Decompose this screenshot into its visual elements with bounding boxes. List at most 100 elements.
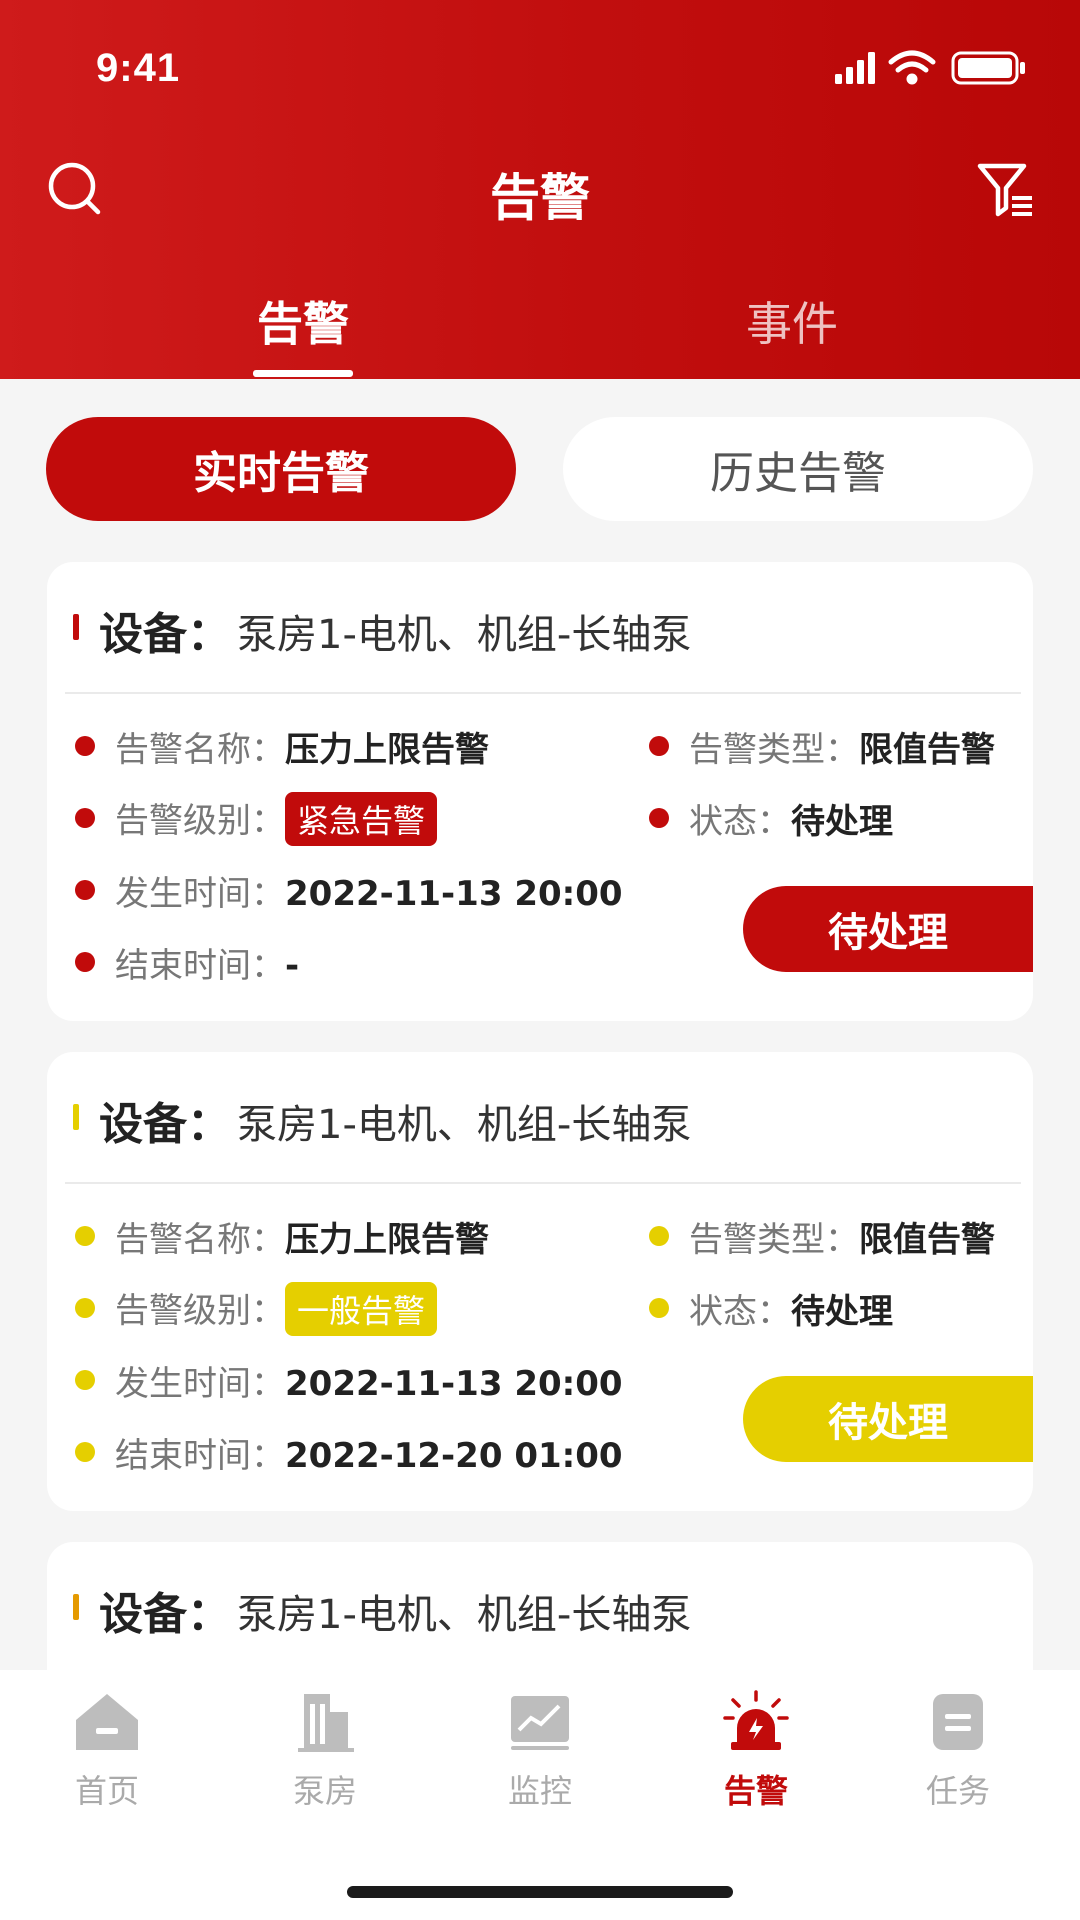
status-label: 状态： bbox=[689, 1292, 791, 1332]
device-label: 设备： bbox=[99, 1099, 231, 1150]
building-icon bbox=[298, 1694, 354, 1752]
pending-action-button[interactable]: 待处理 bbox=[743, 1376, 1033, 1462]
nav-task-label: 任务 bbox=[925, 1772, 990, 1810]
end-time-label: 结束时间： bbox=[115, 946, 285, 986]
device-label: 设备： bbox=[99, 1589, 231, 1640]
home-indicator bbox=[347, 1886, 733, 1898]
alarm-type-row: 告警类型：限值告警 bbox=[689, 722, 995, 771]
start-time-label: 发生时间： bbox=[115, 874, 285, 914]
history-alarm-label: 历史告警 bbox=[710, 448, 886, 499]
nav-pumproom[interactable]: 泵房 bbox=[255, 1690, 395, 1812]
start-time-row: 发生时间：2022-11-13 20:00 bbox=[115, 866, 623, 915]
status-label: 状态： bbox=[689, 802, 791, 842]
bullet-dot bbox=[75, 808, 95, 828]
pending-action-button[interactable]: 待处理 bbox=[743, 886, 1033, 972]
start-time-value: 2022-11-13 20:00 bbox=[285, 1364, 623, 1404]
status-value: 待处理 bbox=[791, 1292, 893, 1332]
accent-bar bbox=[73, 1594, 79, 1620]
alarm-name-value: 压力上限告警 bbox=[285, 730, 489, 770]
realtime-alarm-label: 实时告警 bbox=[193, 448, 369, 499]
status-value: 待处理 bbox=[791, 802, 893, 842]
nav-home-label: 首页 bbox=[74, 1772, 139, 1810]
bullet-dot bbox=[75, 880, 95, 900]
end-time-row: 结束时间：- bbox=[115, 938, 299, 987]
bullet-dot bbox=[649, 1226, 669, 1246]
end-time-value: 2022-12-20 01:00 bbox=[285, 1436, 623, 1476]
bullet-dot bbox=[649, 1298, 669, 1318]
alarm-type-label: 告警类型： bbox=[689, 730, 859, 770]
alarm-level-row: 告警级别： 紧急告警 bbox=[115, 792, 438, 846]
status-row: 状态：待处理 bbox=[689, 794, 893, 843]
tab-indicator bbox=[253, 370, 353, 377]
nav-home[interactable]: 首页 bbox=[37, 1690, 177, 1812]
end-time-value: - bbox=[285, 946, 300, 986]
filter-icon[interactable] bbox=[976, 160, 1036, 220]
tab-alarm[interactable]: 告警 bbox=[153, 288, 453, 377]
tab-event-label: 事件 bbox=[746, 297, 838, 351]
alarm-type-value: 限值告警 bbox=[859, 730, 995, 770]
accent-bar bbox=[73, 1104, 79, 1130]
bottom-nav: 首页 泵房 监控 告警 任务 bbox=[0, 1670, 1080, 1920]
realtime-alarm-button[interactable]: 实时告警 bbox=[46, 417, 516, 521]
history-alarm-button[interactable]: 历史告警 bbox=[563, 417, 1033, 521]
nav-monitor[interactable]: 监控 bbox=[470, 1690, 610, 1812]
bullet-dot bbox=[75, 1370, 95, 1390]
alarm-type-label: 告警类型： bbox=[689, 1220, 859, 1260]
end-time-label: 结束时间： bbox=[115, 1436, 285, 1476]
nav-monitor-label: 监控 bbox=[507, 1772, 572, 1810]
alarm-level-row: 告警级别： 一般告警 bbox=[115, 1282, 438, 1336]
bullet-dot bbox=[649, 736, 669, 756]
header: 9:41 告警 告警 事件 bbox=[0, 0, 1080, 379]
monitor-chart-icon bbox=[511, 1696, 569, 1750]
alarm-type-row: 告警类型：限值告警 bbox=[689, 1212, 995, 1261]
tab-alarm-label: 告警 bbox=[257, 297, 349, 351]
alarm-level-badge: 一般告警 bbox=[285, 1282, 438, 1336]
page-title: 告警 bbox=[490, 169, 590, 227]
signal-icon bbox=[835, 52, 875, 84]
card-header: 设备： 泵房1-电机、机组-长轴泵 bbox=[47, 562, 1033, 692]
status-row: 状态：待处理 bbox=[689, 1284, 893, 1333]
alarm-level-label: 告警级别： bbox=[115, 801, 285, 841]
alarm-name-row: 告警名称：压力上限告警 bbox=[115, 722, 489, 771]
home-icon bbox=[76, 1694, 138, 1750]
status-icons bbox=[835, 50, 1025, 85]
device-name: 泵房1-电机、机组-长轴泵 bbox=[237, 612, 692, 658]
alarm-type-value: 限值告警 bbox=[859, 1220, 995, 1260]
bullet-dot bbox=[75, 1298, 95, 1318]
alarm-name-value: 压力上限告警 bbox=[285, 1220, 489, 1260]
start-time-label: 发生时间： bbox=[115, 1364, 285, 1404]
alarm-card[interactable]: 设备： 泵房1-电机、机组-长轴泵 告警名称：压力上限告警 告警类型：限值告警 … bbox=[47, 1052, 1033, 1511]
alarm-level-badge: 紧急告警 bbox=[285, 792, 438, 846]
device-label: 设备： bbox=[99, 609, 231, 660]
accent-bar bbox=[73, 614, 79, 640]
nav-alarm[interactable]: 告警 bbox=[686, 1690, 826, 1812]
device-name: 泵房1-电机、机组-长轴泵 bbox=[237, 1592, 692, 1638]
bullet-dot bbox=[75, 952, 95, 972]
tab-event[interactable]: 事件 bbox=[642, 288, 942, 354]
alarm-siren-icon bbox=[723, 1690, 789, 1750]
bullet-dot bbox=[649, 808, 669, 828]
task-icon bbox=[933, 1694, 983, 1750]
bullet-dot bbox=[75, 1442, 95, 1462]
battery-icon bbox=[951, 51, 1025, 85]
nav-pumproom-label: 泵房 bbox=[292, 1772, 357, 1810]
device-name: 泵房1-电机、机组-长轴泵 bbox=[237, 1102, 692, 1148]
nav-alarm-label: 告警 bbox=[723, 1772, 788, 1810]
bullet-dot bbox=[75, 1226, 95, 1246]
alarm-name-label: 告警名称： bbox=[115, 730, 285, 770]
end-time-row: 结束时间：2022-12-20 01:00 bbox=[115, 1428, 623, 1477]
status-time: 9:41 bbox=[96, 46, 181, 90]
alarm-card[interactable]: 设备： 泵房1-电机、机组-长轴泵 告警名称：压力上限告警 告警类型：限值告警 … bbox=[47, 562, 1033, 1021]
alarm-name-row: 告警名称：压力上限告警 bbox=[115, 1212, 489, 1261]
card-header: 设备： 泵房1-电机、机组-长轴泵 bbox=[47, 1542, 1033, 1672]
start-time-row: 发生时间：2022-11-13 20:00 bbox=[115, 1356, 623, 1405]
bullet-dot bbox=[75, 736, 95, 756]
card-header: 设备： 泵房1-电机、机组-长轴泵 bbox=[47, 1052, 1033, 1182]
alarm-level-label: 告警级别： bbox=[115, 1291, 285, 1331]
alarm-name-label: 告警名称： bbox=[115, 1220, 285, 1260]
wifi-icon bbox=[888, 50, 936, 85]
start-time-value: 2022-11-13 20:00 bbox=[285, 874, 623, 914]
divider bbox=[65, 1182, 1021, 1184]
top-tabs: 告警 事件 bbox=[0, 288, 1080, 379]
nav-task[interactable]: 任务 bbox=[888, 1690, 1028, 1812]
